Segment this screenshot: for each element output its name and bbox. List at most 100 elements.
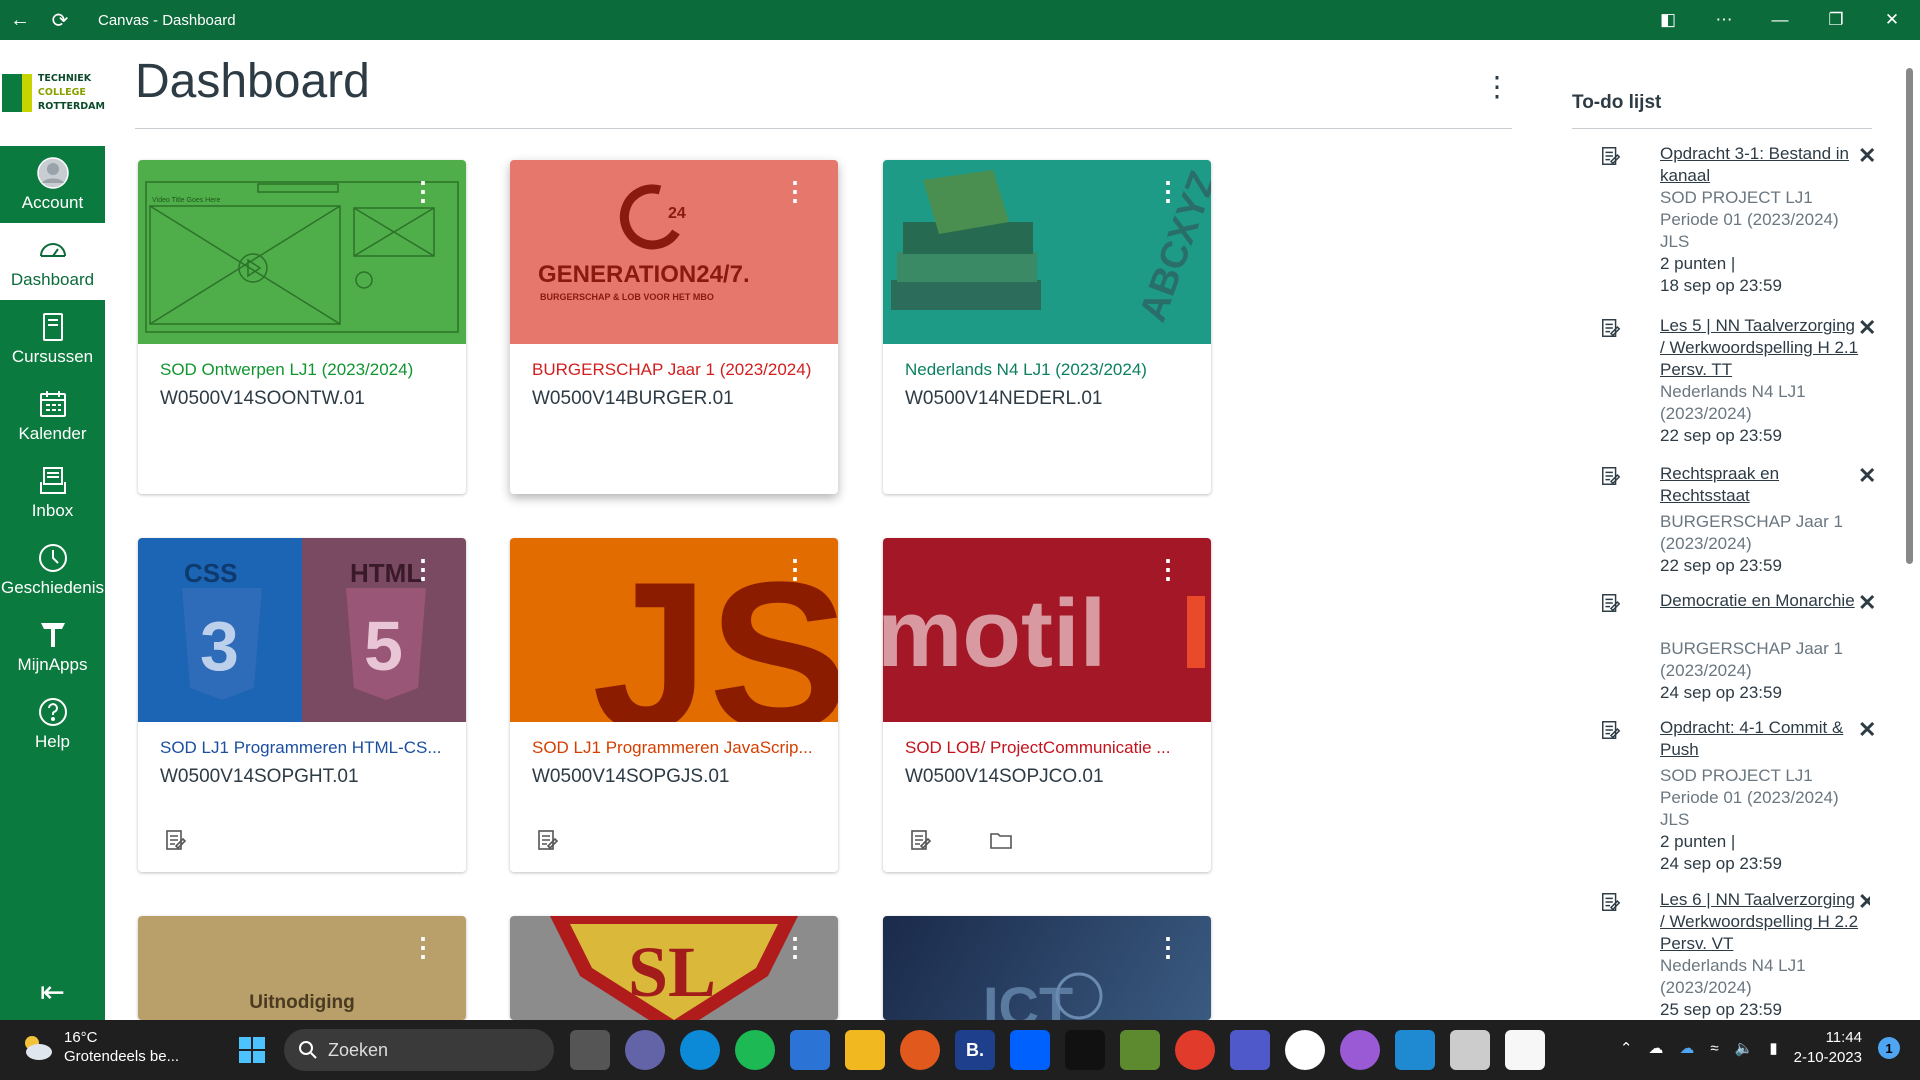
clock[interactable]: 11:44 2-10-2023 <box>1794 1028 1862 1068</box>
course-card[interactable]: motil ⋮ SOD LOB/ ProjectCommunicatie ...… <box>883 538 1211 872</box>
course-card-hero[interactable]: motil ⋮ <box>883 538 1211 722</box>
nav-courses[interactable]: Cursussen <box>0 300 105 377</box>
todo-link[interactable]: Opdracht: 4-1 Commit & Push <box>1660 717 1860 761</box>
booking-icon[interactable]: B. <box>955 1030 995 1070</box>
file-explorer-icon[interactable] <box>845 1030 885 1070</box>
course-name[interactable]: Nederlands N4 LJ1 (2023/2024) <box>905 360 1195 380</box>
course-card-hero[interactable]: JS ⋮ <box>510 538 838 722</box>
app-icon[interactable] <box>1505 1030 1545 1070</box>
battery-icon[interactable]: ▮ <box>1769 1039 1777 1057</box>
minecraft-icon[interactable] <box>1120 1030 1160 1070</box>
dismiss-icon[interactable]: ✕ <box>1858 889 1870 915</box>
course-name[interactable]: SOD Ontwerpen LJ1 (2023/2024) <box>160 360 450 380</box>
course-card[interactable]: Uitnodiging ⋮ <box>138 916 466 1020</box>
onedrive-icon[interactable]: ☁ <box>1679 1039 1694 1057</box>
assignments-icon[interactable] <box>536 828 560 852</box>
course-card[interactable]: Video Title Goes Here ⋮ SOD Ontwerpen LJ… <box>138 160 466 494</box>
volume-muted-icon[interactable]: 🔈 <box>1735 1039 1754 1057</box>
dismiss-icon[interactable]: ✕ <box>1858 315 1876 341</box>
chat-icon[interactable] <box>625 1030 665 1070</box>
refresh-icon[interactable]: ⟳ <box>40 0 80 40</box>
files-folder-icon[interactable] <box>989 828 1013 852</box>
nav-history[interactable]: Geschiedenis <box>0 531 105 608</box>
wifi-icon[interactable]: ≈ <box>1710 1040 1718 1057</box>
course-card-hero[interactable]: CSS 3 HTML 5 ⋮ <box>138 538 466 722</box>
start-button[interactable] <box>232 1030 272 1070</box>
firefox-icon[interactable] <box>900 1030 940 1070</box>
edge-icon[interactable] <box>680 1030 720 1070</box>
course-card-hero[interactable]: Video Title Goes Here ⋮ <box>138 160 466 344</box>
dismiss-icon[interactable]: ✕ <box>1858 590 1876 616</box>
card-options-icon[interactable]: ⋮ <box>1155 556 1181 582</box>
card-options-icon[interactable]: ⋮ <box>410 556 436 582</box>
github-desktop-icon[interactable] <box>1340 1030 1380 1070</box>
chevron-up-icon[interactable]: ⌃ <box>1620 1039 1633 1057</box>
vscode-icon[interactable] <box>1395 1030 1435 1070</box>
school-logo[interactable]: TECHNIEK COLLEGE ROTTERDAM <box>0 40 105 146</box>
course-card[interactable]: ICT ⋮ <box>883 916 1211 1020</box>
course-card-hero[interactable]: Uitnodiging ⋮ <box>138 916 466 1020</box>
card-options-icon[interactable]: ⋮ <box>410 178 436 204</box>
todo-link[interactable]: Les 6 | NN Taalverzorging / Werkwoordspe… <box>1660 889 1860 955</box>
nav-dashboard[interactable]: Dashboard <box>0 223 105 300</box>
dashboard-options-icon[interactable]: ⋮ <box>1483 70 1511 103</box>
card-options-icon[interactable]: ⋮ <box>1155 934 1181 960</box>
spotify-icon[interactable] <box>735 1030 775 1070</box>
tiktok-icon[interactable] <box>1065 1030 1105 1070</box>
assignments-icon[interactable] <box>909 828 933 852</box>
canvas-app-icon[interactable] <box>1175 1030 1215 1070</box>
nav-calendar[interactable]: Kalender <box>0 377 105 454</box>
cast-icon[interactable]: ◧ <box>1640 0 1696 40</box>
course-card-hero[interactable]: ABCXYZ ⋮ <box>883 160 1211 344</box>
github-icon[interactable] <box>1285 1030 1325 1070</box>
nav-inbox[interactable]: Inbox <box>0 454 105 531</box>
todo-link[interactable]: Les 5 | NN Taalverzorging / Werkwoordspe… <box>1660 315 1860 381</box>
course-name[interactable]: BURGERSCHAP Jaar 1 (2023/2024) <box>532 360 822 380</box>
dismiss-icon[interactable]: ✕ <box>1858 717 1876 743</box>
card-options-icon[interactable]: ⋮ <box>782 934 808 960</box>
scrollbar-thumb[interactable] <box>1906 68 1913 564</box>
course-card[interactable]: JS ⋮ SOD LJ1 Programmeren JavaScrip... W… <box>510 538 838 872</box>
more-options-icon[interactable]: ⋯ <box>1696 0 1752 40</box>
network-warning-icon[interactable]: ☁ <box>1648 1039 1663 1057</box>
nav-help[interactable]: Help <box>0 685 105 762</box>
course-name[interactable]: SOD LJ1 Programmeren HTML-CS... <box>160 738 450 758</box>
course-card[interactable]: CSS 3 HTML 5 ⋮ SOD LJ1 Programmeren HTML… <box>138 538 466 872</box>
course-card-hero[interactable]: ICT ⋮ <box>883 916 1211 1020</box>
minimize-button[interactable]: — <box>1752 0 1808 40</box>
todo-link[interactable]: Opdracht 3-1: Bestand in kanaal <box>1660 143 1860 187</box>
card-options-icon[interactable]: ⋮ <box>410 934 436 960</box>
teams-icon[interactable] <box>1230 1030 1270 1070</box>
task-view-icon[interactable] <box>570 1030 610 1070</box>
window-thumbnail-icon[interactable] <box>1450 1030 1490 1070</box>
course-name[interactable]: SOD LOB/ ProjectCommunicatie ... <box>905 738 1195 758</box>
nav-account[interactable]: Account <box>0 146 105 223</box>
restore-button[interactable]: ❐ <box>1808 0 1864 40</box>
notification-badge[interactable]: 1 <box>1878 1037 1900 1059</box>
course-card[interactable]: SL ⋮ <box>510 916 838 1020</box>
apps-icon <box>40 622 65 647</box>
course-card[interactable]: ABCXYZ ⋮ Nederlands N4 LJ1 (2023/2024) W… <box>883 160 1211 494</box>
dismiss-icon[interactable]: ✕ <box>1858 143 1876 169</box>
todo-link[interactable]: Democratie en Monarchie <box>1660 590 1860 612</box>
collapse-nav-icon[interactable]: ⇤ <box>0 975 105 1010</box>
course-card-hero[interactable]: 24 GENERATION24/7. BURGERSCHAP & LOB VOO… <box>510 160 838 344</box>
close-button[interactable]: ✕ <box>1864 0 1920 40</box>
dropbox-icon[interactable] <box>1010 1030 1050 1070</box>
course-name[interactable]: SOD LJ1 Programmeren JavaScrip... <box>532 738 822 758</box>
assignments-icon[interactable] <box>164 828 188 852</box>
back-arrow-icon[interactable]: ← <box>0 0 40 40</box>
card-options-icon[interactable]: ⋮ <box>782 556 808 582</box>
todo-due: 24 sep op 23:59 <box>1660 683 1782 702</box>
taskbar-search[interactable]: Zoeken <box>284 1029 554 1071</box>
store-icon[interactable] <box>790 1030 830 1070</box>
page-scrollbar[interactable] <box>1904 48 1914 1008</box>
course-card[interactable]: 24 GENERATION24/7. BURGERSCHAP & LOB VOO… <box>510 160 838 494</box>
card-options-icon[interactable]: ⋮ <box>1155 178 1181 204</box>
nav-mijnapps[interactable]: MijnApps <box>0 608 105 685</box>
course-card-hero[interactable]: SL ⋮ <box>510 916 838 1020</box>
dismiss-icon[interactable]: ✕ <box>1858 463 1876 489</box>
card-options-icon[interactable]: ⋮ <box>782 178 808 204</box>
todo-link[interactable]: Rechtspraak en Rechtsstaat <box>1660 463 1860 507</box>
weather-widget[interactable]: 16°C Grotendeels be... <box>20 1028 179 1066</box>
